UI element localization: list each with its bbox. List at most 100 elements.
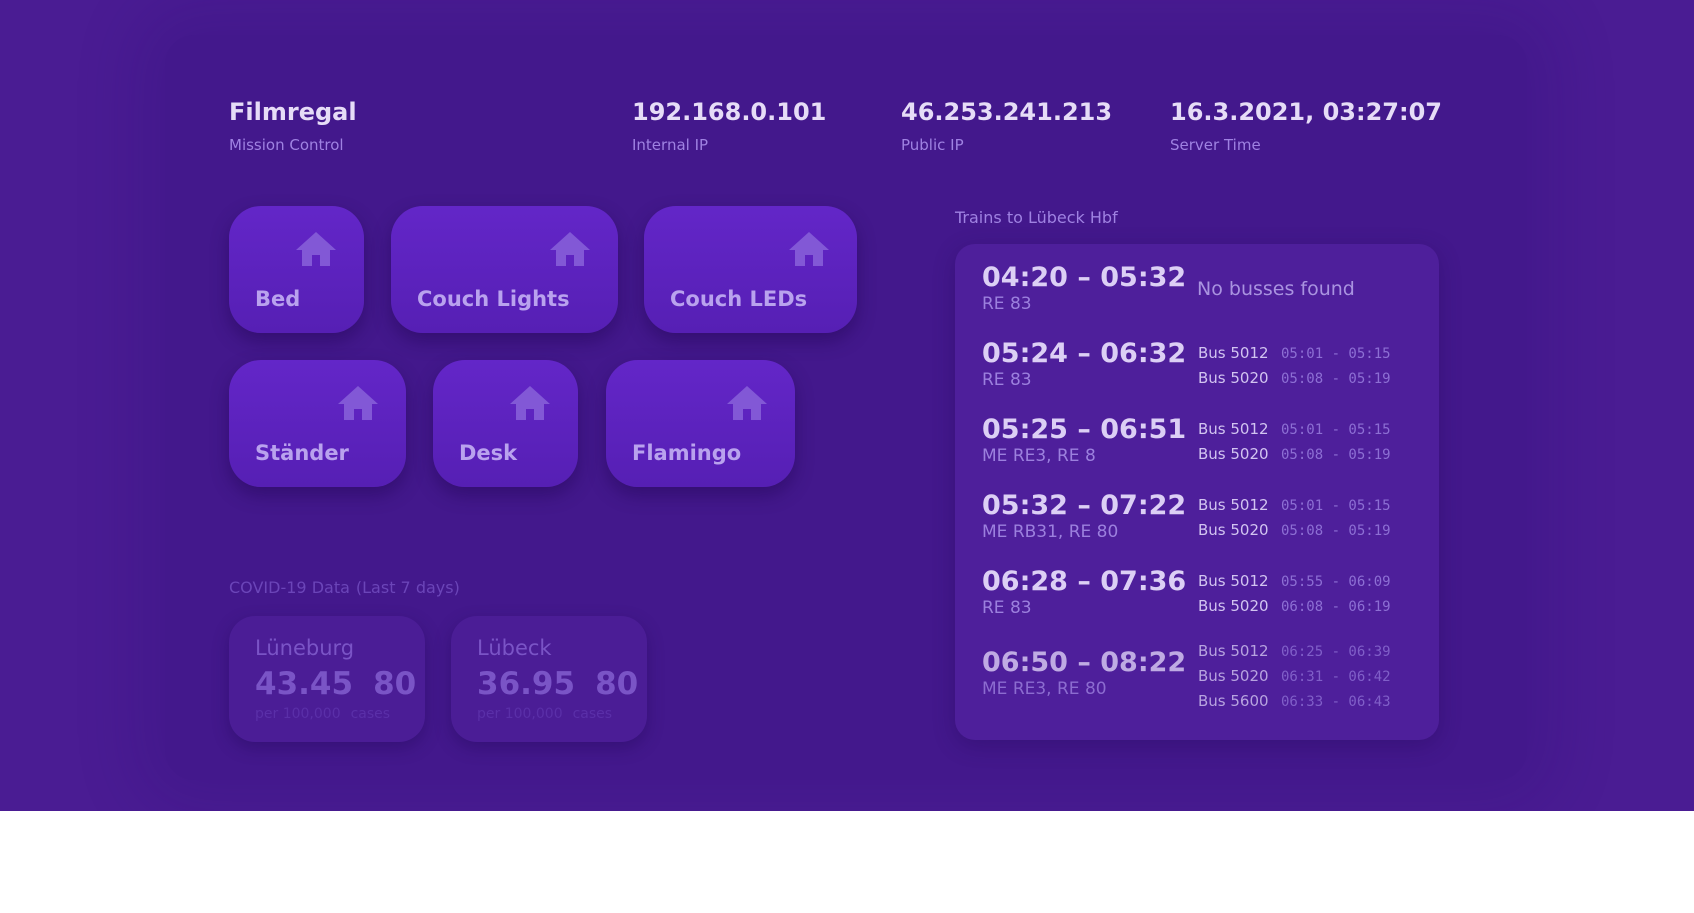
- no-busses-text: No busses found: [1197, 278, 1355, 300]
- bus-list: Bus 5012 05:01 - 05:15 Bus 5020 05:08 - 05…: [1198, 341, 1391, 391]
- bus-name: Bus 5012: [1198, 420, 1269, 438]
- bus-list: Bus 5012 06:25 - 06:39 Bus 5020 06:31 - 06…: [1198, 639, 1391, 714]
- bus-name: Bus 5600: [1198, 692, 1269, 710]
- trains-section-title: Trains to Lübeck Hbf: [955, 208, 1118, 227]
- home-icon: [550, 232, 590, 266]
- light-label: Ständer: [255, 441, 349, 465]
- light-label: Couch Lights: [417, 287, 570, 311]
- home-icon: [338, 386, 378, 420]
- bus-time: 06:25 - 06:39: [1281, 644, 1391, 660]
- home-icon: [727, 386, 767, 420]
- covid-card-luebeck: Lübeck 36.95 80 per 100,000 cases: [451, 616, 647, 742]
- covid-section-title: COVID-19 Data (Last 7 days): [229, 578, 460, 597]
- covid-cases-unit: cases: [350, 706, 391, 722]
- public-ip-block: 46.253.241.213 Public IP: [901, 98, 1112, 154]
- train-time: 05:32 – 07:22: [982, 490, 1187, 521]
- bus-time: 05:01 - 05:15: [1281, 422, 1391, 438]
- train-lines: RE 83: [982, 370, 1032, 390]
- train-lines: ME RE3, RE 8: [982, 446, 1096, 466]
- bus-name: Bus 5012: [1198, 572, 1269, 590]
- covid-incidence-unit: per 100,000: [477, 706, 563, 722]
- covid-incidence-unit: per 100,000: [255, 706, 341, 722]
- covid-title: COVID-19 Data: [229, 578, 350, 597]
- light-toggle-flamingo[interactable]: Flamingo: [606, 360, 795, 487]
- bus-name: Bus 5012: [1198, 496, 1269, 514]
- bus-item: Bus 5020 05:08 - 05:19: [1198, 442, 1391, 467]
- bus-item: Bus 5020 06:31 - 06:42: [1198, 664, 1391, 689]
- train-connection: 05:24 – 06:32 RE 83: [982, 338, 1186, 390]
- train-connection: 06:50 – 08:22 ME RE3, RE 80: [982, 647, 1186, 699]
- covid-cases: 80: [595, 666, 639, 702]
- bus-list: Bus 5012 05:55 - 06:09 Bus 5020 06:08 - 06…: [1198, 569, 1391, 619]
- train-time: 06:50 – 08:22: [982, 647, 1187, 678]
- bus-name: Bus 5020: [1198, 597, 1269, 615]
- bus-name: Bus 5020: [1198, 521, 1269, 539]
- bus-name: Bus 5012: [1198, 344, 1269, 362]
- train-lines: RE 83: [982, 294, 1032, 314]
- bus-item: Bus 5600 06:33 - 06:43: [1198, 689, 1391, 714]
- train-lines: ME RB31, RE 80: [982, 522, 1119, 542]
- bus-item: Bus 5020 05:08 - 05:19: [1198, 518, 1391, 543]
- light-label: Desk: [459, 441, 518, 465]
- covid-city-name: Lübeck: [477, 636, 552, 660]
- home-icon: [510, 386, 550, 420]
- bus-item: Bus 5012 06:25 - 06:39: [1198, 639, 1391, 664]
- bus-name: Bus 5020: [1198, 369, 1269, 387]
- bus-item: Bus 5020 06:08 - 06:19: [1198, 594, 1391, 619]
- bus-time: 05:01 - 05:15: [1281, 346, 1391, 362]
- covid-card-lueneburg: Lüneburg 43.45 80 per 100,000 cases: [229, 616, 425, 742]
- bus-time: 05:55 - 06:09: [1281, 574, 1391, 590]
- covid-incidence: 36.95: [477, 666, 576, 702]
- covid-city-name: Lüneburg: [255, 636, 355, 660]
- internal-ip-block: 192.168.0.101 Internal IP: [632, 98, 826, 154]
- light-label: Couch LEDs: [670, 287, 808, 311]
- home-icon: [296, 232, 336, 266]
- light-toggle-staender[interactable]: Ständer: [229, 360, 406, 487]
- app-subtitle: Mission Control: [229, 136, 344, 154]
- train-connection: 04:20 – 05:32 RE 83: [982, 262, 1186, 314]
- app-title-block: Filmregal Mission Control: [229, 98, 357, 154]
- internal-ip-value: 192.168.0.101: [632, 98, 827, 126]
- train-time: 05:24 – 06:32: [982, 338, 1187, 369]
- covid-numbers: 36.95 80: [477, 666, 638, 702]
- covid-units: per 100,000 cases: [255, 706, 390, 722]
- train-connection: 06:28 – 07:36 RE 83: [982, 566, 1186, 618]
- public-ip-value: 46.253.241.213: [901, 98, 1113, 126]
- bus-name: Bus 5020: [1198, 445, 1269, 463]
- light-toggle-desk[interactable]: Desk: [433, 360, 578, 487]
- server-time-value: 16.3.2021, 03:27:07: [1170, 98, 1442, 126]
- bus-list: Bus 5012 05:01 - 05:15 Bus 5020 05:08 - 05…: [1198, 493, 1391, 543]
- bus-time: 06:33 - 06:43: [1281, 694, 1391, 710]
- bus-item: Bus 5012 05:55 - 06:09: [1198, 569, 1391, 594]
- covid-cases: 80: [373, 666, 417, 702]
- bus-time: 05:08 - 05:19: [1281, 371, 1391, 387]
- train-lines: ME RE3, RE 80: [982, 679, 1107, 699]
- covid-numbers: 43.45 80: [255, 666, 416, 702]
- bus-list: Bus 5012 05:01 - 05:15 Bus 5020 05:08 - 05…: [1198, 417, 1391, 467]
- public-ip-label: Public IP: [901, 136, 964, 154]
- dashboard-background: Filmregal Mission Control 192.168.0.101 …: [0, 0, 1694, 811]
- bus-item: Bus 5012 05:01 - 05:15: [1198, 493, 1391, 518]
- train-time: 06:28 – 07:36: [982, 566, 1187, 597]
- app-name: Filmregal: [229, 98, 357, 126]
- covid-cases-unit: cases: [572, 706, 613, 722]
- covid-units: per 100,000 cases: [477, 706, 612, 722]
- covid-subtitle: (Last 7 days): [355, 578, 460, 597]
- bus-item: Bus 5012 05:01 - 05:15: [1198, 417, 1391, 442]
- server-time-label: Server Time: [1170, 136, 1261, 154]
- home-icon: [789, 232, 829, 266]
- bus-name: Bus 5020: [1198, 667, 1269, 685]
- light-toggle-couch-lights[interactable]: Couch Lights: [391, 206, 618, 333]
- light-label: Flamingo: [632, 441, 742, 465]
- bus-item: Bus 5020 05:08 - 05:19: [1198, 366, 1391, 391]
- train-lines: RE 83: [982, 598, 1032, 618]
- light-toggle-bed[interactable]: Bed: [229, 206, 364, 333]
- internal-ip-label: Internal IP: [632, 136, 709, 154]
- bus-time: 05:08 - 05:19: [1281, 523, 1391, 539]
- covid-incidence: 43.45: [255, 666, 354, 702]
- light-toggle-couch-leds[interactable]: Couch LEDs: [644, 206, 857, 333]
- train-time: 04:20 – 05:32: [982, 262, 1187, 293]
- server-time-block: 16.3.2021, 03:27:07 Server Time: [1170, 98, 1442, 154]
- train-connection: 05:32 – 07:22 ME RB31, RE 80: [982, 490, 1186, 542]
- bus-name: Bus 5012: [1198, 642, 1269, 660]
